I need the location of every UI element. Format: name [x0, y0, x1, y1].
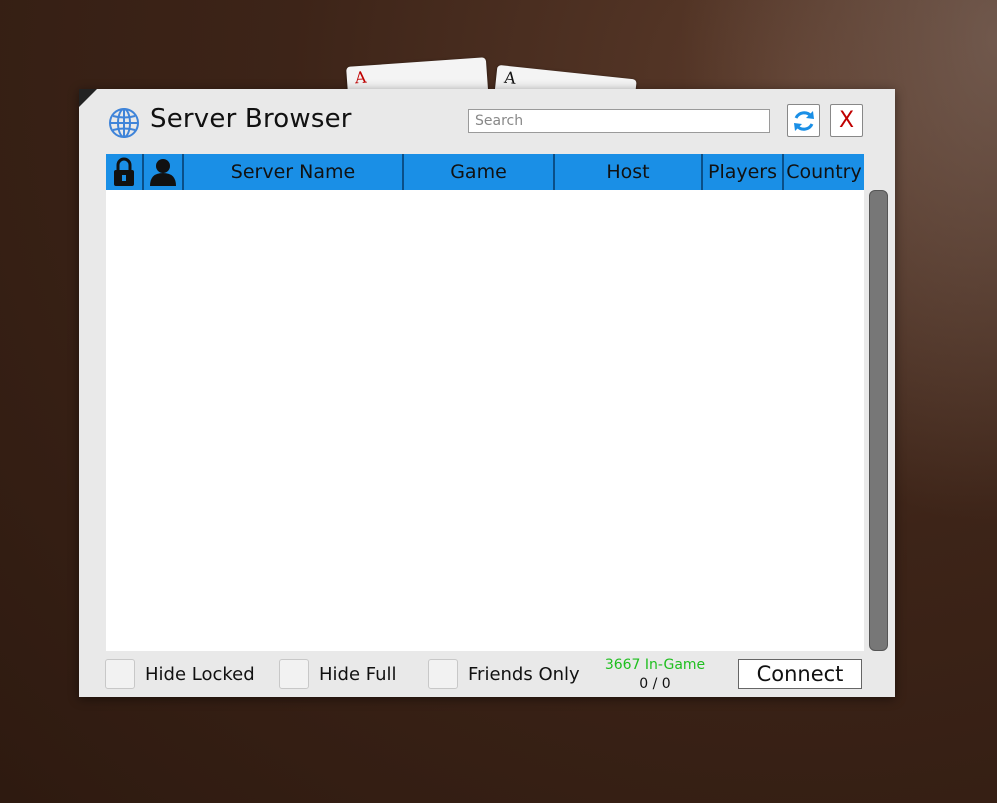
- friends-only-checkbox[interactable]: [428, 659, 458, 689]
- in-game-count: 3667 In-Game: [604, 657, 706, 673]
- search-input[interactable]: [468, 109, 770, 133]
- hide-locked-label: Hide Locked: [145, 664, 255, 685]
- card-rank: A: [354, 67, 368, 88]
- user-icon: [150, 159, 176, 186]
- hide-full-checkbox[interactable]: [279, 659, 309, 689]
- column-header-host[interactable]: Host: [555, 154, 703, 190]
- scrollbar-track[interactable]: [869, 190, 888, 651]
- scrollbar-thumb[interactable]: [869, 190, 888, 651]
- friends-only-label: Friends Only: [468, 664, 580, 685]
- column-header-locked[interactable]: [106, 154, 144, 190]
- server-count: 0 / 0: [639, 676, 671, 692]
- globe-icon: [109, 108, 139, 138]
- column-header-game[interactable]: Game: [404, 154, 555, 190]
- card-rank: A: [503, 67, 517, 88]
- refresh-icon: [793, 110, 814, 131]
- window-corner-marker: [79, 89, 97, 107]
- server-browser-window: Server Browser X Server Name Game Host: [79, 89, 895, 697]
- server-table-header: Server Name Game Host Players Country: [106, 154, 864, 191]
- server-list[interactable]: [106, 190, 864, 651]
- column-header-user[interactable]: [144, 154, 184, 190]
- close-button[interactable]: X: [830, 104, 863, 137]
- connect-button[interactable]: Connect: [738, 659, 862, 689]
- column-header-server-name[interactable]: Server Name: [184, 154, 404, 190]
- hide-locked-checkbox[interactable]: [105, 659, 135, 689]
- column-header-players[interactable]: Players: [703, 154, 784, 190]
- lock-icon: [114, 157, 134, 186]
- refresh-button[interactable]: [787, 104, 820, 137]
- window-title: Server Browser: [150, 104, 352, 134]
- column-header-country[interactable]: Country: [784, 154, 864, 190]
- hide-full-label: Hide Full: [319, 664, 397, 685]
